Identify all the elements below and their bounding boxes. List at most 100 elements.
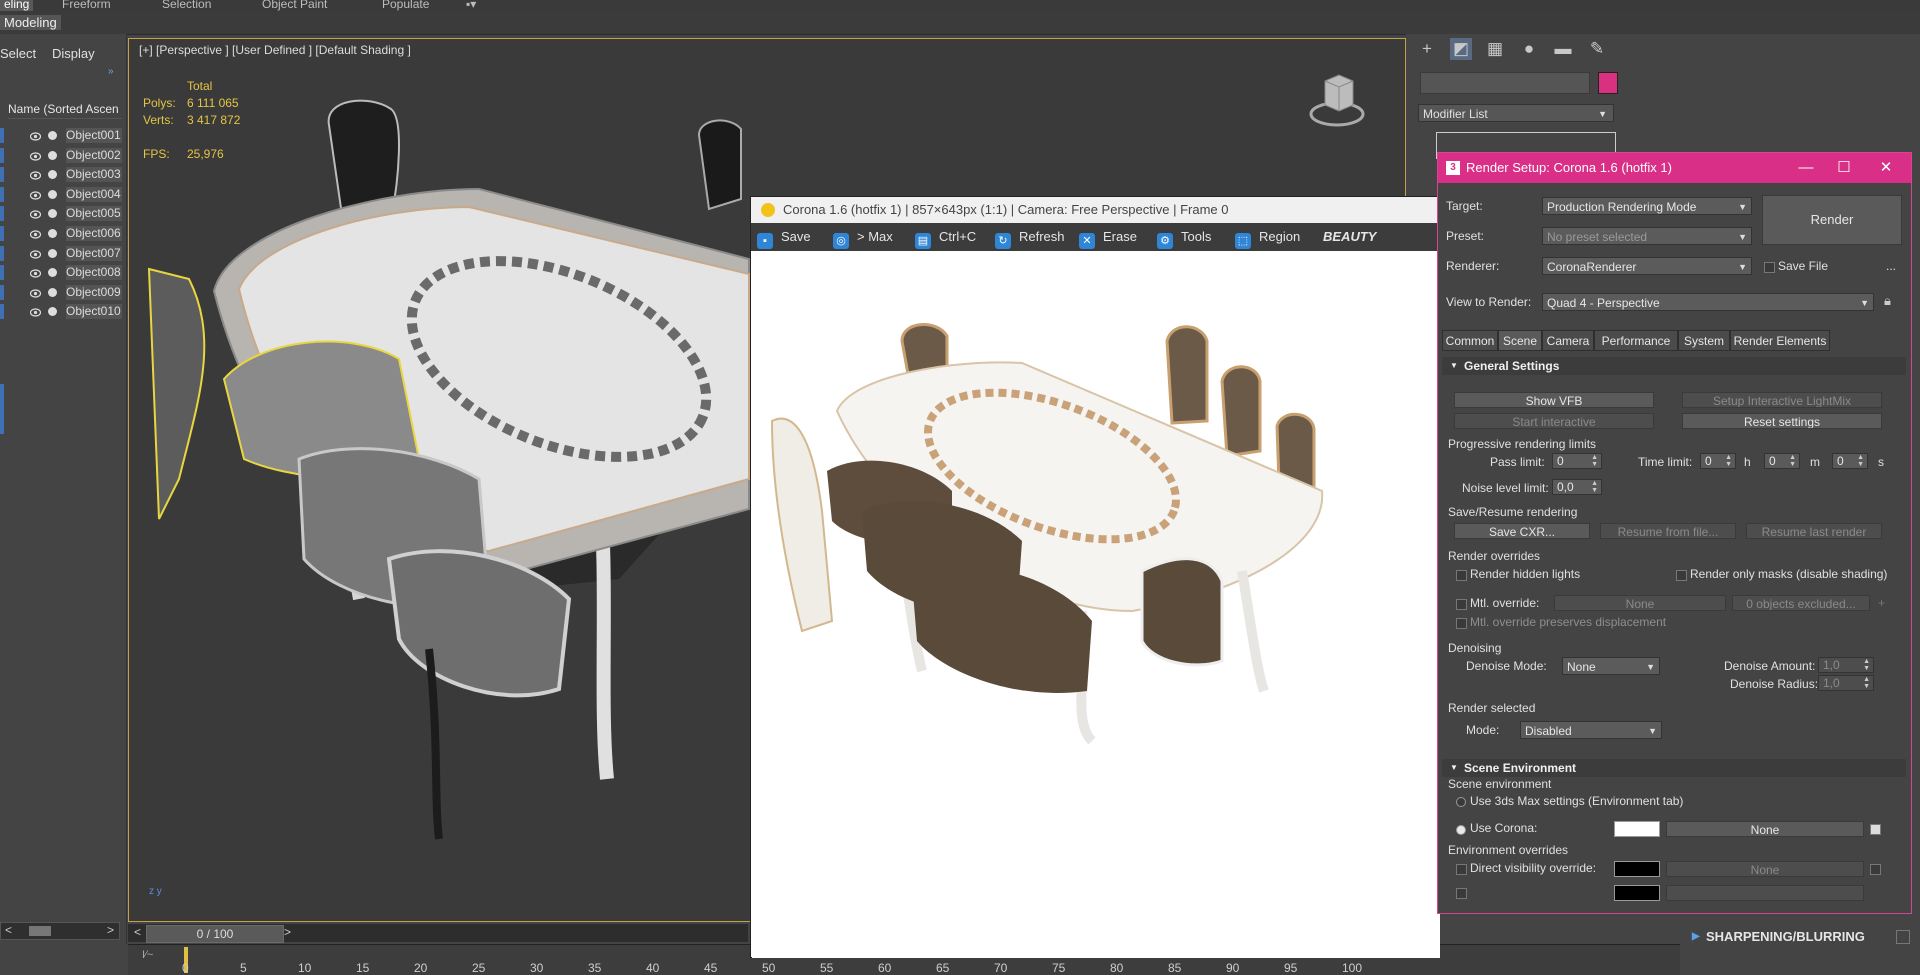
- scene-environment-rollout[interactable]: ▼ Scene Environment: [1442, 759, 1906, 777]
- start-interactive-button[interactable]: Start interactive: [1454, 413, 1654, 429]
- hierarchy-icon[interactable]: ▦: [1484, 38, 1506, 60]
- visibility-eye-icon[interactable]: [29, 208, 42, 219]
- time-limit-minutes[interactable]: 0 ▲ ▼: [1764, 453, 1800, 469]
- render-selected-mode-dropdown[interactable]: Disabled ▼: [1520, 721, 1662, 739]
- track-bar-icon[interactable]: I⁄~: [142, 949, 153, 961]
- scroll-left-icon[interactable]: <: [5, 923, 12, 937]
- spinner-arrows-icon[interactable]: ▲ ▼: [1863, 658, 1870, 672]
- rollout-pin-icon[interactable]: [1896, 930, 1910, 944]
- explorer-scrollbar[interactable]: < >: [0, 922, 120, 940]
- show-vfb-button[interactable]: Show VFB: [1454, 392, 1654, 408]
- visibility-eye-icon[interactable]: [29, 189, 42, 200]
- use-corona-radio[interactable]: [1456, 825, 1466, 835]
- tab-performance[interactable]: Performance: [1594, 330, 1678, 351]
- direct-visibility-map-button[interactable]: None: [1666, 861, 1864, 877]
- tab-system[interactable]: System: [1678, 330, 1730, 351]
- render-hidden-lights-checkbox[interactable]: [1456, 570, 1467, 581]
- spinner-arrows-icon[interactable]: ▲ ▼: [1591, 480, 1598, 494]
- direct-visibility-map-toggle[interactable]: [1870, 864, 1881, 875]
- noise-limit-spinner[interactable]: 0,0 ▲ ▼: [1552, 479, 1602, 495]
- mtl-override-checkbox[interactable]: [1456, 599, 1467, 610]
- mtl-preserves-checkbox[interactable]: [1456, 618, 1467, 629]
- explorer-object-row[interactable]: Object005: [0, 204, 126, 223]
- resume-from-file-button[interactable]: Resume from file...: [1600, 523, 1736, 539]
- create-icon[interactable]: +: [1416, 38, 1438, 60]
- add-exclude-icon[interactable]: +: [1878, 596, 1885, 610]
- render-button[interactable]: Render: [1762, 195, 1902, 245]
- time-limit-seconds[interactable]: 0 ▲ ▼: [1832, 453, 1868, 469]
- utilities-icon[interactable]: ✎: [1586, 38, 1608, 60]
- visibility-eye-icon[interactable]: [29, 228, 42, 239]
- explorer-object-row[interactable]: Object003: [0, 165, 126, 184]
- render-dot-icon[interactable]: [48, 229, 57, 238]
- render-only-masks-checkbox[interactable]: [1676, 570, 1687, 581]
- spinner-arrows-icon[interactable]: ▲ ▼: [1863, 676, 1870, 690]
- preset-dropdown[interactable]: No preset selected ▼: [1542, 227, 1752, 245]
- vfb-region-button[interactable]: ⬚ Region: [1235, 228, 1300, 249]
- explorer-object-row[interactable]: Object006: [0, 224, 126, 243]
- visibility-eye-icon[interactable]: [29, 287, 42, 298]
- explorer-object-row[interactable]: Object004: [0, 185, 126, 204]
- render-dot-icon[interactable]: [48, 189, 57, 199]
- denoise-amount-spinner[interactable]: 1,0 ▲ ▼: [1818, 657, 1874, 673]
- ribbon-tab-modeling[interactable]: eling: [0, 0, 34, 11]
- time-slider-knob[interactable]: 0 / 100: [146, 925, 284, 943]
- ribbon-tab-populate[interactable]: Populate: [382, 0, 429, 11]
- reflection-override-checkbox[interactable]: [1456, 888, 1467, 899]
- explorer-object-row[interactable]: Object007: [0, 244, 126, 263]
- mtl-override-map-button[interactable]: None: [1554, 595, 1726, 611]
- resume-last-render-button[interactable]: Resume last render: [1746, 523, 1882, 539]
- target-dropdown[interactable]: Production Rendering Mode ▼: [1542, 197, 1752, 215]
- save-cxr-button[interactable]: Save CXR...: [1454, 523, 1590, 539]
- time-next-icon[interactable]: >: [284, 925, 291, 939]
- modify-icon[interactable]: ◩: [1450, 38, 1472, 60]
- spinner-arrows-icon[interactable]: ▲ ▼: [1725, 454, 1732, 468]
- minimize-icon[interactable]: —: [1788, 153, 1824, 183]
- explorer-object-row[interactable]: Object009: [0, 283, 126, 302]
- render-dot-icon[interactable]: [48, 287, 57, 297]
- viewcube-icon[interactable]: [1309, 69, 1365, 129]
- spinner-arrows-icon[interactable]: ▲ ▼: [1857, 454, 1864, 468]
- sharpening-rollout[interactable]: ▶ SHARPENING/BLURRING: [1688, 926, 1920, 948]
- maximize-icon[interactable]: ☐: [1826, 153, 1862, 183]
- renderer-dropdown[interactable]: CoronaRenderer ▼: [1542, 257, 1752, 275]
- general-settings-rollout[interactable]: ▼ General Settings: [1442, 357, 1906, 375]
- time-prev-icon[interactable]: <: [134, 925, 141, 939]
- render-dot-icon[interactable]: [48, 209, 57, 219]
- render-dot-icon[interactable]: [48, 150, 57, 160]
- use-3dsmax-radio[interactable]: [1456, 797, 1466, 807]
- explorer-object-row[interactable]: Object010: [0, 302, 126, 321]
- pass-limit-spinner[interactable]: 0 ▲ ▼: [1552, 453, 1602, 469]
- corona-env-color-swatch[interactable]: [1614, 821, 1660, 837]
- explorer-object-row[interactable]: Object001: [0, 126, 126, 145]
- visibility-eye-icon[interactable]: [29, 150, 42, 161]
- visibility-eye-icon[interactable]: [29, 130, 42, 141]
- explorer-column-header[interactable]: Name (Sorted Ascen: [8, 100, 122, 119]
- reflection-color-swatch[interactable]: [1614, 885, 1660, 901]
- reset-settings-button[interactable]: Reset settings: [1682, 413, 1882, 429]
- corona-env-map-button[interactable]: None: [1666, 821, 1864, 837]
- object-name-field[interactable]: [1420, 72, 1590, 94]
- save-file-checkbox[interactable]: [1764, 262, 1775, 273]
- render-dot-icon[interactable]: [48, 268, 57, 278]
- vfb-to-max-button[interactable]: ◎ > Max: [833, 228, 893, 249]
- ribbon-tab-selection[interactable]: Selection: [162, 0, 211, 11]
- explorer-object-row[interactable]: Object002: [0, 146, 126, 165]
- vfb-channel-selector[interactable]: BEAUTY: [1323, 228, 1376, 246]
- close-icon[interactable]: ✕: [1868, 153, 1904, 183]
- display-icon[interactable]: ▬: [1552, 38, 1574, 60]
- vfb-save-button[interactable]: ▪ Save: [757, 228, 811, 249]
- ribbon-tab-freeform[interactable]: Freeform: [62, 0, 111, 11]
- object-color-swatch[interactable]: [1598, 72, 1618, 94]
- denoise-radius-spinner[interactable]: 1,0 ▲ ▼: [1818, 675, 1874, 691]
- render-setup-titlebar[interactable]: 3 Render Setup: Corona 1.6 (hotfix 1) — …: [1438, 153, 1911, 183]
- ribbon-options-icon[interactable]: ▪▾: [466, 0, 476, 11]
- vfb-copy-button[interactable]: ▤ Ctrl+C: [915, 228, 976, 249]
- modifier-list-dropdown[interactable]: Modifier List ▼: [1418, 104, 1614, 122]
- ribbon-tab-object-paint[interactable]: Object Paint: [262, 0, 327, 11]
- visibility-eye-icon[interactable]: [29, 306, 42, 317]
- visibility-eye-icon[interactable]: [29, 248, 42, 259]
- time-limit-hours[interactable]: 0 ▲ ▼: [1700, 453, 1736, 469]
- motion-icon[interactable]: ●: [1518, 38, 1540, 60]
- tab-scene[interactable]: Scene: [1498, 330, 1542, 351]
